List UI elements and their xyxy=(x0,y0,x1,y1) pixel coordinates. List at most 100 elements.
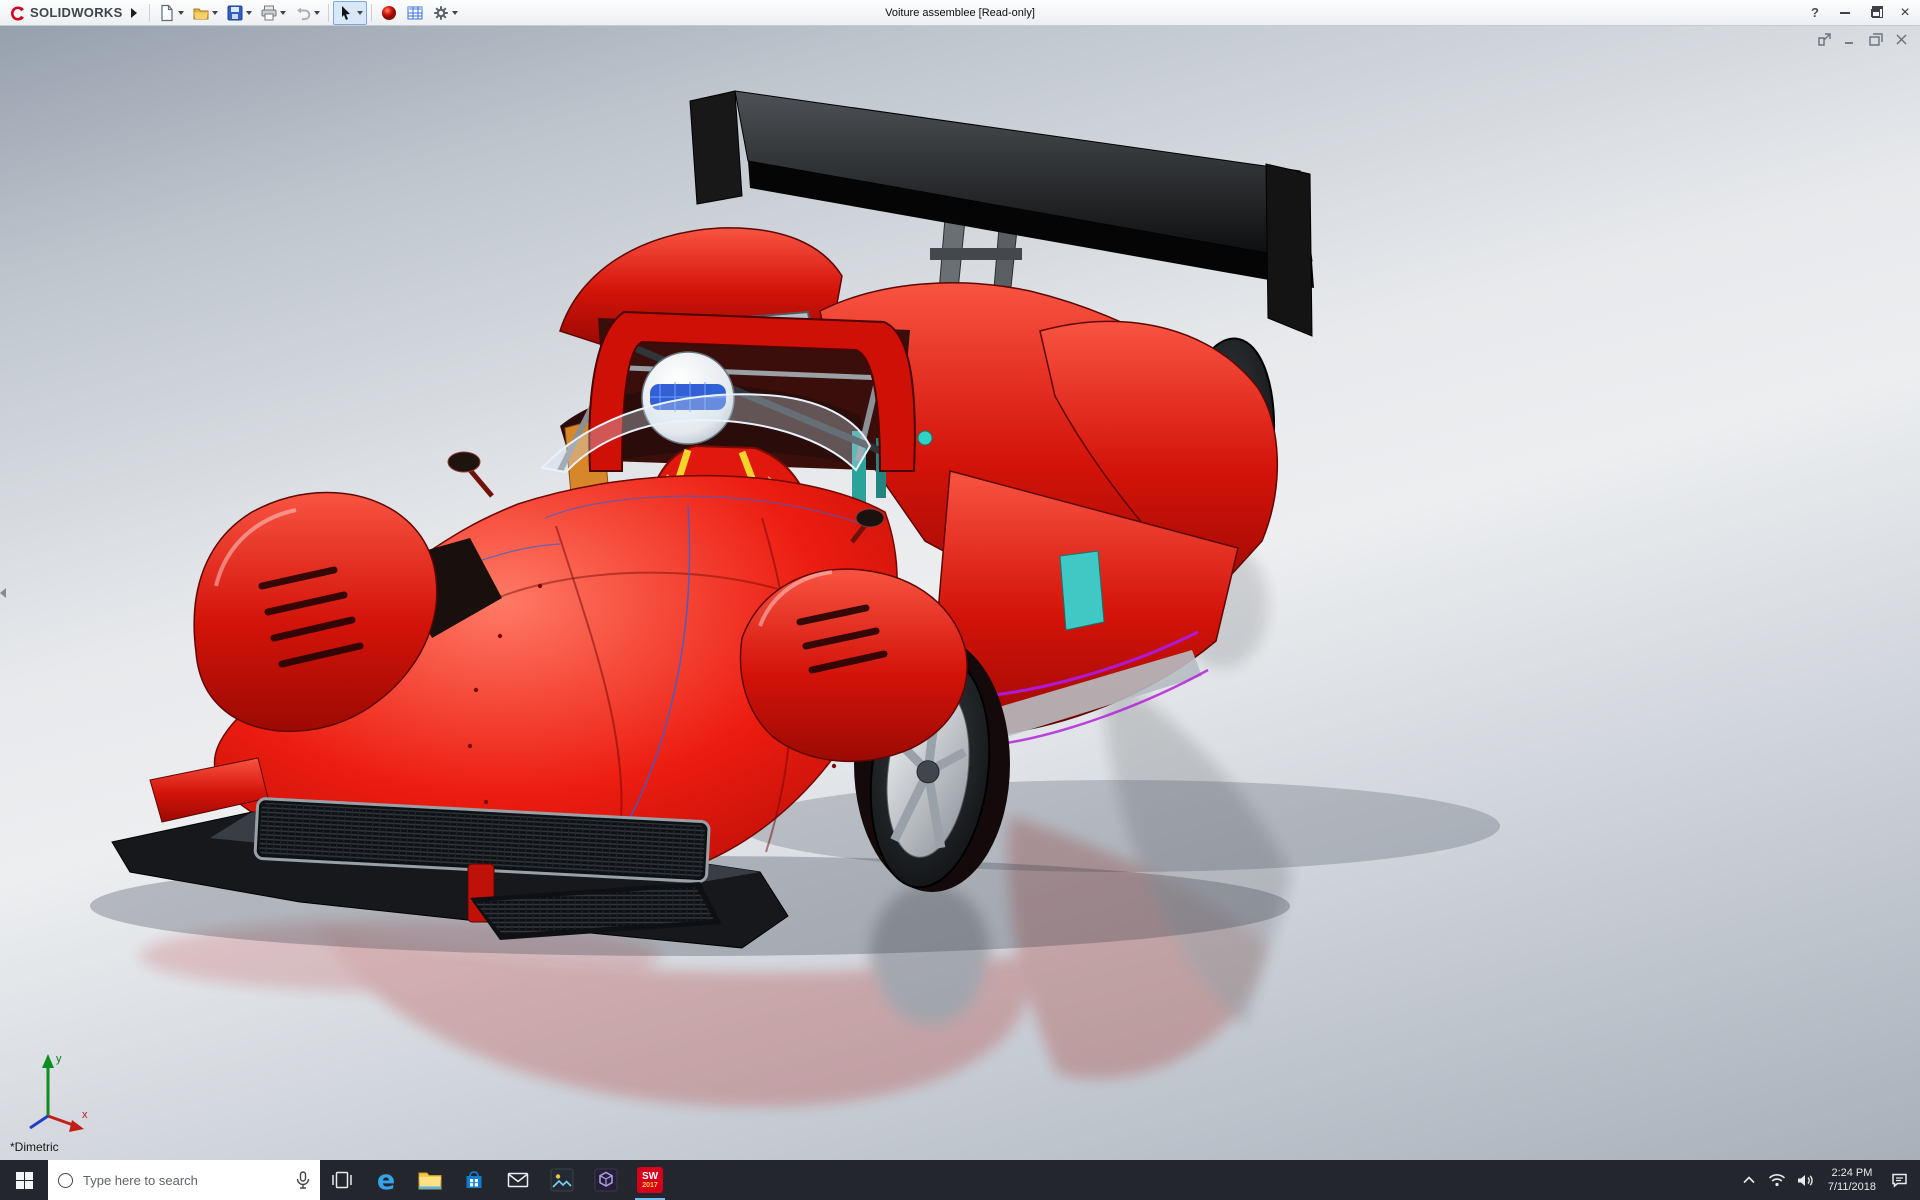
store-icon xyxy=(466,1171,482,1188)
doc-minimize-button[interactable] xyxy=(1842,32,1858,46)
mail-button[interactable] xyxy=(496,1160,540,1200)
new-document-button[interactable] xyxy=(154,1,188,25)
chevron-left-icon xyxy=(0,588,6,598)
y-axis-label: y xyxy=(56,1053,62,1065)
doc-popout-button[interactable] xyxy=(1816,32,1832,46)
search-input[interactable] xyxy=(81,1171,288,1189)
file-explorer-icon xyxy=(418,1172,442,1190)
photos-icon xyxy=(550,1168,574,1192)
mail-icon xyxy=(507,1172,529,1188)
solidworks-brand: SOLIDWORKS xyxy=(0,4,127,22)
print-icon xyxy=(261,5,277,20)
undo-icon xyxy=(296,7,310,20)
y-axis-arrow xyxy=(42,1054,54,1068)
3d-viewer-button[interactable] xyxy=(584,1160,628,1200)
panel-collapse-arrow[interactable] xyxy=(0,582,10,604)
car-model-render[interactable] xyxy=(0,26,1920,1160)
taskbar-apps: e SW 2017 xyxy=(320,1160,672,1200)
toolbar-flyout-arrow-icon[interactable] xyxy=(130,7,137,18)
select-cursor-icon xyxy=(341,5,350,20)
search-icon xyxy=(58,1172,73,1188)
new-document-icon xyxy=(160,4,173,21)
edge-icon: e xyxy=(376,1164,396,1196)
graphics-viewport[interactable]: y x *Dimetric xyxy=(0,26,1920,1160)
chevron-up-icon xyxy=(1743,1176,1755,1184)
action-center-icon xyxy=(1891,1173,1907,1188)
help-button[interactable]: ? xyxy=(1800,1,1830,25)
taskbar-clock[interactable]: 2:24 PM 7/11/2018 xyxy=(1820,1166,1884,1195)
hidden-icons-button[interactable] xyxy=(1736,1160,1762,1200)
options-gear-icon xyxy=(433,5,448,20)
start-button[interactable] xyxy=(0,1160,48,1200)
view-orientation-label: *Dimetric xyxy=(10,1140,59,1154)
doc-close-button[interactable] xyxy=(1894,32,1910,46)
network-icon xyxy=(1768,1174,1785,1187)
taskbar-search[interactable] xyxy=(48,1160,320,1200)
solidworks-taskbar-button[interactable]: SW 2017 xyxy=(628,1160,672,1200)
task-view-button[interactable] xyxy=(320,1160,364,1200)
speaker-icon xyxy=(1797,1174,1813,1186)
options-button[interactable] xyxy=(428,1,462,25)
toolbar-separator xyxy=(327,3,329,22)
photos-button[interactable] xyxy=(540,1160,584,1200)
3d-cube-icon xyxy=(594,1168,618,1192)
save-icon xyxy=(227,5,243,20)
titlebar: SOLIDWORKS Voiture assemblee [Read-only]… xyxy=(0,0,1920,26)
sw-badge-year: 2017 xyxy=(642,1181,658,1189)
dropdown-caret-icon[interactable] xyxy=(451,10,458,15)
network-button[interactable] xyxy=(1764,1160,1790,1200)
x-axis-label: x xyxy=(82,1109,88,1121)
clock-date: 7/11/2018 xyxy=(1827,1181,1876,1193)
windows-taskbar: e xyxy=(0,1160,1920,1200)
minimize-button[interactable] xyxy=(1830,1,1860,25)
doc-restore-button[interactable] xyxy=(1868,32,1884,46)
close-button[interactable]: × xyxy=(1890,1,1920,25)
dropdown-caret-icon[interactable] xyxy=(211,10,218,15)
dropdown-caret-icon[interactable] xyxy=(356,10,363,15)
solidworks-app-icon: SW 2017 xyxy=(637,1167,663,1193)
teal-indicator xyxy=(917,430,933,446)
maximize-button[interactable] xyxy=(1860,1,1890,25)
open-button[interactable] xyxy=(188,1,222,25)
file-explorer-button[interactable] xyxy=(408,1160,452,1200)
dropdown-caret-icon[interactable] xyxy=(279,10,286,15)
appearances-button[interactable] xyxy=(376,1,402,25)
windows-logo-icon xyxy=(15,1171,33,1189)
3ds-logo-icon xyxy=(11,6,24,20)
save-button[interactable] xyxy=(222,1,256,25)
toolbar-separator xyxy=(370,3,372,22)
system-tray: 2:24 PM 7/11/2018 xyxy=(1736,1160,1920,1200)
dropdown-caret-icon[interactable] xyxy=(177,10,184,15)
orientation-triad: y x xyxy=(29,1053,88,1132)
solidworks-window: SOLIDWORKS Voiture assemblee [Read-only]… xyxy=(0,0,1920,1200)
store-button[interactable] xyxy=(452,1160,496,1200)
toolbar-separator xyxy=(148,3,150,22)
edge-button[interactable]: e xyxy=(364,1160,408,1200)
help-icon: ? xyxy=(1811,5,1819,20)
side-window xyxy=(1059,550,1105,631)
brand-name: SOLIDWORKS xyxy=(30,5,123,20)
design-table-button[interactable] xyxy=(402,1,428,25)
open-folder-icon xyxy=(193,8,209,19)
close-icon: × xyxy=(1900,3,1910,21)
window-title: Voiture assemblee [Read-only] xyxy=(885,6,1035,19)
x-axis-arrow xyxy=(69,1120,84,1132)
right-fender xyxy=(739,568,968,763)
restore-icon xyxy=(1870,5,1883,18)
undo-button[interactable] xyxy=(290,1,324,25)
table-grid-icon xyxy=(407,6,423,19)
action-center-button[interactable] xyxy=(1886,1160,1912,1200)
window-controls: ? × xyxy=(1800,1,1920,25)
clock-time: 2:24 PM xyxy=(1831,1166,1873,1179)
dropdown-caret-icon[interactable] xyxy=(313,10,320,15)
left-mirror xyxy=(447,451,494,498)
document-window-controls xyxy=(1816,32,1910,46)
sw-badge-text: SW xyxy=(641,1170,659,1182)
microphone-icon[interactable] xyxy=(296,1171,310,1189)
select-tool-button[interactable] xyxy=(332,0,367,25)
volume-button[interactable] xyxy=(1792,1160,1818,1200)
minimize-icon xyxy=(1840,11,1850,14)
dropdown-caret-icon[interactable] xyxy=(245,10,252,15)
z-axis-line xyxy=(29,1114,49,1130)
print-button[interactable] xyxy=(256,1,290,25)
